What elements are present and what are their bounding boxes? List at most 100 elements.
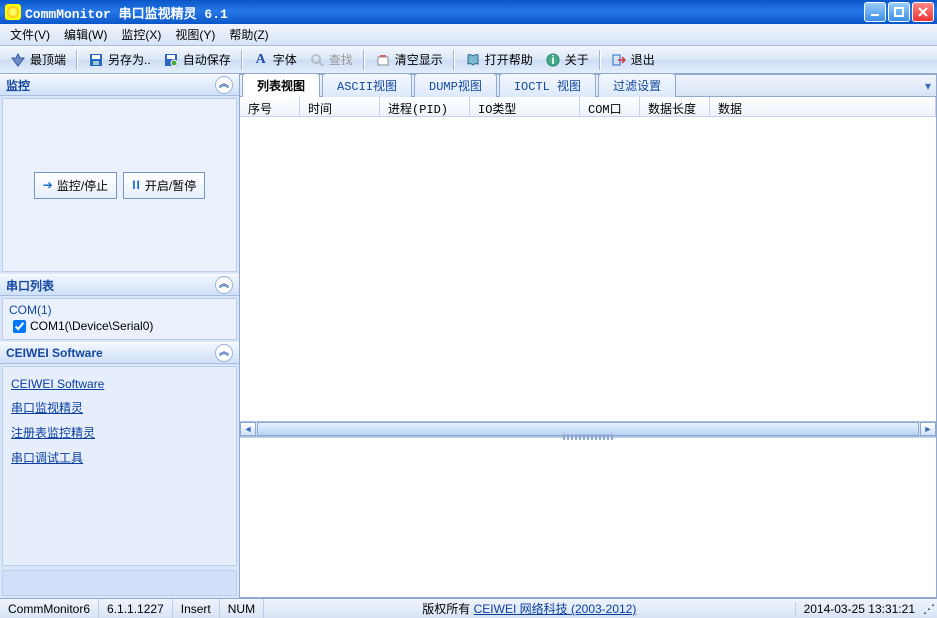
about-button[interactable]: i 关于 [539,49,595,71]
svg-text:i: i [551,53,554,67]
status-insert: Insert [173,599,220,618]
find-label: 查找 [329,51,353,68]
exit-icon [611,52,627,68]
separator [363,50,365,70]
info-icon: i [545,52,561,68]
link-serialdebug[interactable]: 串口调试工具 [9,445,230,470]
panel-ports-body: COM(1) COM1(\Device\Serial0) [2,298,237,340]
menu-file[interactable]: 文件(V) [4,24,56,45]
sidebar-spacer [2,570,237,596]
grid-header: 序号 时间 进程(PID) IO类型 COM口 数据长度 数据 [240,97,936,117]
link-serialmonitor[interactable]: 串口监视精灵 [9,395,230,420]
window-title: CommMonitor 串口监视精灵 6.1 [25,3,864,22]
toolbar: 最顶端 另存为.. 自动保存 A 字体 查找 清空显示 打开帮助 i 关于 退出 [0,46,937,74]
tab-bar: 列表视图 ASCII视图 DUMP视图 IOCTL 视图 过滤设置 ▾ [240,75,936,97]
panel-ports-head[interactable]: 串口列表 ︽ [0,274,239,296]
exit-button[interactable]: 退出 [605,49,661,71]
tab-filter[interactable]: 过滤设置 [598,73,676,97]
sidebar: 监控 ︽ ➔ 监控/停止 II 开启/暂停 串口列表 ︽ COM(1) COM1… [0,74,240,598]
pause-resume-button[interactable]: II 开启/暂停 [123,172,205,199]
clear-icon [375,52,391,68]
openhelp-button[interactable]: 打开帮助 [459,49,539,71]
start-stop-button[interactable]: ➔ 监控/停止 [34,172,117,199]
menu-edit[interactable]: 编辑(W) [58,24,113,45]
tab-list[interactable]: 列表视图 [242,73,320,97]
status-version: 6.1.1.1227 [99,599,173,618]
tab-ioctl[interactable]: IOCTL 视图 [499,73,596,97]
panel-software-body: CEIWEI Software 串口监视精灵 注册表监控精灵 串口调试工具 [2,366,237,566]
col-seq[interactable]: 序号 [240,97,300,116]
port-group[interactable]: COM(1) [9,303,230,317]
font-icon: A [253,52,269,68]
scroll-right-icon[interactable]: ► [920,422,936,436]
saveas-button[interactable]: 另存为.. [82,49,157,71]
separator [76,50,78,70]
close-button[interactable] [912,2,934,22]
menu-bar: 文件(V) 编辑(W) 监控(X) 视图(Y) 帮助(Z) [0,24,937,46]
col-iotype[interactable]: IO类型 [470,97,580,116]
grid-body[interactable] [240,117,936,421]
port-item[interactable]: COM1(\Device\Serial0) [9,317,230,335]
separator [599,50,601,70]
panel-ports-title: 串口列表 [6,277,54,294]
font-button[interactable]: A 字体 [247,49,303,71]
saveas-label: 另存为.. [108,51,151,68]
save-icon [88,52,104,68]
maximize-button[interactable] [888,2,910,22]
collapse-icon[interactable]: ︽ [215,76,233,94]
col-data[interactable]: 数据 [710,97,936,116]
start-stop-label: 监控/停止 [57,177,108,194]
panel-monitor-head[interactable]: 监控 ︽ [0,74,239,96]
autosave-button[interactable]: 自动保存 [157,49,237,71]
menu-monitor[interactable]: 监控(X) [115,24,167,45]
col-pid[interactable]: 进程(PID) [380,97,470,116]
bottom-pane[interactable] [240,437,936,597]
panel-monitor-title: 监控 [6,77,30,94]
clear-label: 清空显示 [395,51,443,68]
clear-button[interactable]: 清空显示 [369,49,449,71]
col-time[interactable]: 时间 [300,97,380,116]
resize-grip[interactable]: ⋰ [923,602,937,616]
app-icon [5,4,21,20]
find-button[interactable]: 查找 [303,49,359,71]
about-label: 关于 [565,51,589,68]
panel-software-head[interactable]: CEIWEI Software ︽ [0,342,239,364]
col-com[interactable]: COM口 [580,97,640,116]
font-label: 字体 [273,51,297,68]
link-ceiwei[interactable]: CEIWEI Software [9,373,230,395]
tab-dump[interactable]: DUMP视图 [414,73,497,97]
panel-monitor-body: ➔ 监控/停止 II 开启/暂停 [2,98,237,272]
copyright-prefix: 版权所有 [422,602,473,616]
port-label: COM1(\Device\Serial0) [30,319,153,333]
collapse-icon[interactable]: ︽ [215,344,233,362]
menu-help[interactable]: 帮助(Z) [223,24,274,45]
exit-label: 退出 [631,51,655,68]
separator [241,50,243,70]
search-icon [309,52,325,68]
status-bar: CommMonitor6 6.1.1.1227 Insert NUM 版权所有 … [0,598,937,618]
title-bar: CommMonitor 串口监视精灵 6.1 [0,0,937,24]
autosave-label: 自动保存 [183,51,231,68]
pause-resume-label: 开启/暂停 [145,177,196,194]
play-icon: ➔ [43,178,53,192]
collapse-icon[interactable]: ︽ [215,276,233,294]
copyright-link[interactable]: CEIWEI 网络科技 (2003-2012) [474,602,637,616]
autosave-icon [163,52,179,68]
menu-view[interactable]: 视图(Y) [169,24,221,45]
pin-icon [10,52,26,68]
main-area: 列表视图 ASCII视图 DUMP视图 IOCTL 视图 过滤设置 ▾ 序号 时… [240,74,937,598]
topmost-button[interactable]: 最顶端 [4,49,72,71]
status-app: CommMonitor6 [0,599,99,618]
link-registrymonitor[interactable]: 注册表监控精灵 [9,420,230,445]
separator [453,50,455,70]
panel-software-title: CEIWEI Software [6,346,103,360]
scroll-left-icon[interactable]: ◄ [240,422,256,436]
tab-ascii[interactable]: ASCII视图 [322,73,412,97]
minimize-button[interactable] [864,2,886,22]
book-icon [465,52,481,68]
status-num: NUM [220,599,264,618]
tab-overflow-icon[interactable]: ▾ [920,79,936,93]
pause-icon: II [132,178,141,192]
port-checkbox[interactable] [13,320,26,333]
col-len[interactable]: 数据长度 [640,97,710,116]
